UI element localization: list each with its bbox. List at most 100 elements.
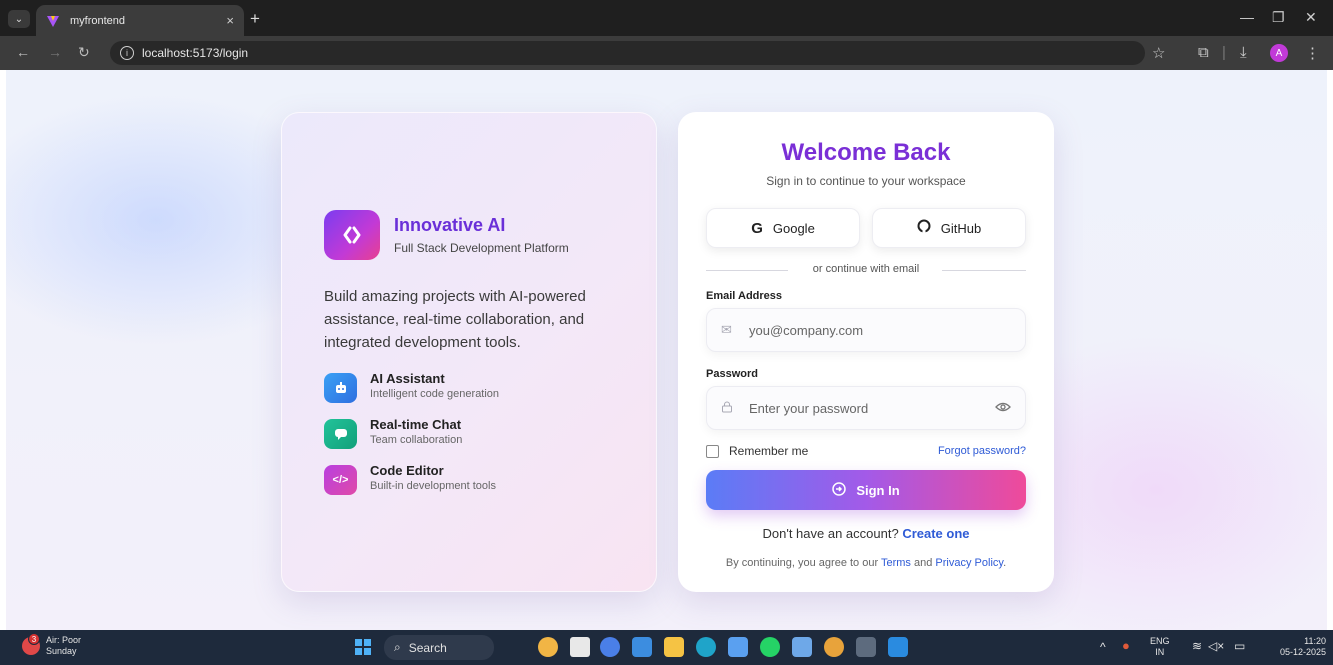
site-info-icon[interactable]: i bbox=[120, 46, 134, 60]
chrome-browser-icon[interactable] bbox=[824, 637, 844, 657]
tray-app-icon[interactable]: ● bbox=[1122, 639, 1130, 652]
wifi-icon[interactable]: ≋ bbox=[1192, 640, 1202, 652]
terms-prefix: By continuing, you agree to our bbox=[725, 557, 879, 569]
github-signin-button[interactable]: GitHub bbox=[872, 208, 1026, 248]
vite-favicon-icon bbox=[46, 14, 60, 28]
feature-desc: Team collaboration bbox=[370, 434, 463, 446]
brand-card: Innovative AI Full Stack Development Pla… bbox=[281, 112, 657, 592]
brand-description: Build amazing projects with AI-powered a… bbox=[324, 288, 586, 351]
taskbar-search[interactable]: ⌕ Search bbox=[384, 635, 494, 660]
weather-title: Air: Poor bbox=[46, 635, 82, 645]
password-input[interactable] bbox=[749, 400, 995, 416]
brand-tagline: Full Stack Development Platform bbox=[394, 241, 569, 255]
email-input[interactable] bbox=[749, 322, 1011, 338]
tab-search-button[interactable]: ⌄ bbox=[8, 10, 30, 28]
downloads-icon[interactable]: ⤓ bbox=[1240, 44, 1247, 61]
clock-time: 11:20 bbox=[1304, 636, 1326, 646]
weather-subtitle: Sunday bbox=[46, 646, 77, 656]
air-quality-icon: 3 bbox=[22, 633, 40, 655]
sign-in-label: Sign In bbox=[856, 482, 900, 498]
browser-tab[interactable]: myfrontend × bbox=[36, 5, 244, 36]
close-window-icon[interactable]: ✕ bbox=[1305, 9, 1317, 26]
github-label: GitHub bbox=[940, 220, 982, 236]
restore-icon[interactable]: ❐ bbox=[1272, 9, 1285, 26]
extensions-icon[interactable]: ⧉ bbox=[1198, 44, 1209, 61]
feature-title: Code Editor bbox=[370, 463, 444, 478]
divider-text: or continue with email bbox=[812, 263, 920, 275]
battery-icon[interactable]: ▭ bbox=[1234, 640, 1245, 652]
copilot-app-icon[interactable] bbox=[600, 637, 620, 657]
google-label: Google bbox=[772, 220, 815, 236]
privacy-policy-link[interactable]: Privacy Policy bbox=[935, 557, 1003, 569]
weather-widget[interactable]: 3 Air: Poor Sunday bbox=[22, 633, 82, 657]
back-icon[interactable]: ← bbox=[16, 44, 30, 60]
file-explorer-icon[interactable] bbox=[664, 637, 684, 657]
remember-me[interactable]: Remember me bbox=[706, 444, 808, 458]
tab-close-icon[interactable]: × bbox=[226, 13, 234, 28]
ms-store-icon[interactable] bbox=[728, 637, 748, 657]
terms-suffix: . bbox=[1003, 557, 1007, 569]
feature-desc: Intelligent code generation bbox=[370, 388, 500, 400]
feature-title: AI Assistant bbox=[370, 371, 445, 386]
toolbar-separator: | bbox=[1222, 44, 1226, 61]
taskbar-search-label: Search bbox=[408, 640, 447, 655]
profile-avatar[interactable]: A bbox=[1270, 44, 1288, 62]
browser-toolbar: ← → ↻ i localhost:5173/login ☆ ⧉ | ⤓ ⋮ bbox=[0, 36, 1333, 70]
google-signin-button[interactable]: G Google bbox=[706, 208, 860, 248]
terminal-icon[interactable] bbox=[856, 637, 876, 657]
minimize-icon[interactable]: — bbox=[1240, 9, 1254, 25]
email-field[interactable]: ✉ bbox=[706, 308, 1026, 352]
page-title: Welcome Back bbox=[781, 139, 951, 166]
input-language[interactable]: ENG IN bbox=[1150, 636, 1170, 658]
login-card: Welcome Back Sign in to continue to your… bbox=[678, 112, 1054, 592]
vscode-icon[interactable] bbox=[888, 637, 908, 657]
google-icon: G bbox=[751, 219, 763, 237]
show-password-eye-icon[interactable] bbox=[995, 400, 1011, 416]
create-account-link[interactable]: Create one bbox=[902, 526, 969, 541]
whatsapp-icon[interactable] bbox=[760, 637, 780, 657]
terms-notice: By continuing, you agree to our Terms an… bbox=[678, 557, 1054, 569]
address-url: localhost:5173/login bbox=[142, 46, 249, 60]
password-field[interactable] bbox=[706, 386, 1026, 430]
weather-badge: 3 bbox=[28, 633, 40, 645]
reload-icon[interactable]: ↻ bbox=[78, 44, 90, 61]
bookmark-star-icon[interactable]: ☆ bbox=[1152, 44, 1165, 62]
terms-link[interactable]: Terms bbox=[881, 557, 911, 569]
tab-title: myfrontend bbox=[70, 14, 126, 27]
address-bar[interactable]: i localhost:5173/login bbox=[110, 41, 1145, 65]
windows-taskbar: 3 Air: Poor Sunday ⌕ Search ^ ● ENG IN ≋… bbox=[0, 630, 1333, 665]
signup-prompt: Don't have an account? bbox=[762, 526, 899, 541]
start-windows-icon[interactable] bbox=[355, 639, 371, 655]
robot-icon bbox=[324, 373, 357, 403]
feature-title: Real-time Chat bbox=[370, 417, 462, 432]
forgot-password-link[interactable]: Forgot password? bbox=[938, 445, 1026, 457]
code-icon: </> bbox=[324, 465, 357, 495]
chat-icon bbox=[324, 419, 357, 449]
github-icon bbox=[917, 219, 931, 237]
lock-icon bbox=[721, 401, 737, 416]
sign-in-button[interactable]: Sign In bbox=[706, 470, 1026, 510]
app-icon[interactable] bbox=[792, 637, 812, 657]
mail-icon: ✉ bbox=[721, 322, 732, 337]
store-app-icon[interactable] bbox=[632, 637, 652, 657]
email-label: Email Address bbox=[706, 290, 783, 302]
sign-in-icon bbox=[832, 481, 847, 499]
signup-prompt-line: Don't have an account? Create one bbox=[678, 526, 1054, 541]
taskbar-clock[interactable]: 11:20 05-12-2025 bbox=[1260, 636, 1326, 658]
edge-browser-icon[interactable] bbox=[696, 637, 716, 657]
new-tab-button[interactable]: + bbox=[250, 9, 260, 29]
page-viewport: Innovative AI Full Stack Development Pla… bbox=[6, 70, 1327, 630]
clock-date: 05-12-2025 bbox=[1279, 647, 1326, 657]
widgets-app-icon[interactable] bbox=[538, 637, 558, 657]
task-view-icon[interactable] bbox=[570, 637, 590, 657]
browser-tab-strip: ⌄ myfrontend × + — ❐ ✕ bbox=[0, 0, 1333, 36]
forward-icon[interactable]: → bbox=[48, 44, 62, 60]
search-icon: ⌕ bbox=[394, 640, 401, 654]
language-region: IN bbox=[1155, 647, 1165, 657]
menu-kebab-icon[interactable]: ⋮ bbox=[1305, 44, 1320, 62]
volume-muted-icon[interactable]: ◁× bbox=[1208, 640, 1224, 652]
brand-name: Innovative AI bbox=[394, 215, 506, 235]
tray-overflow-icon[interactable]: ^ bbox=[1100, 641, 1106, 653]
login-subtitle: Sign in to continue to your workspace bbox=[766, 174, 966, 188]
remember-me-checkbox[interactable] bbox=[706, 444, 719, 458]
